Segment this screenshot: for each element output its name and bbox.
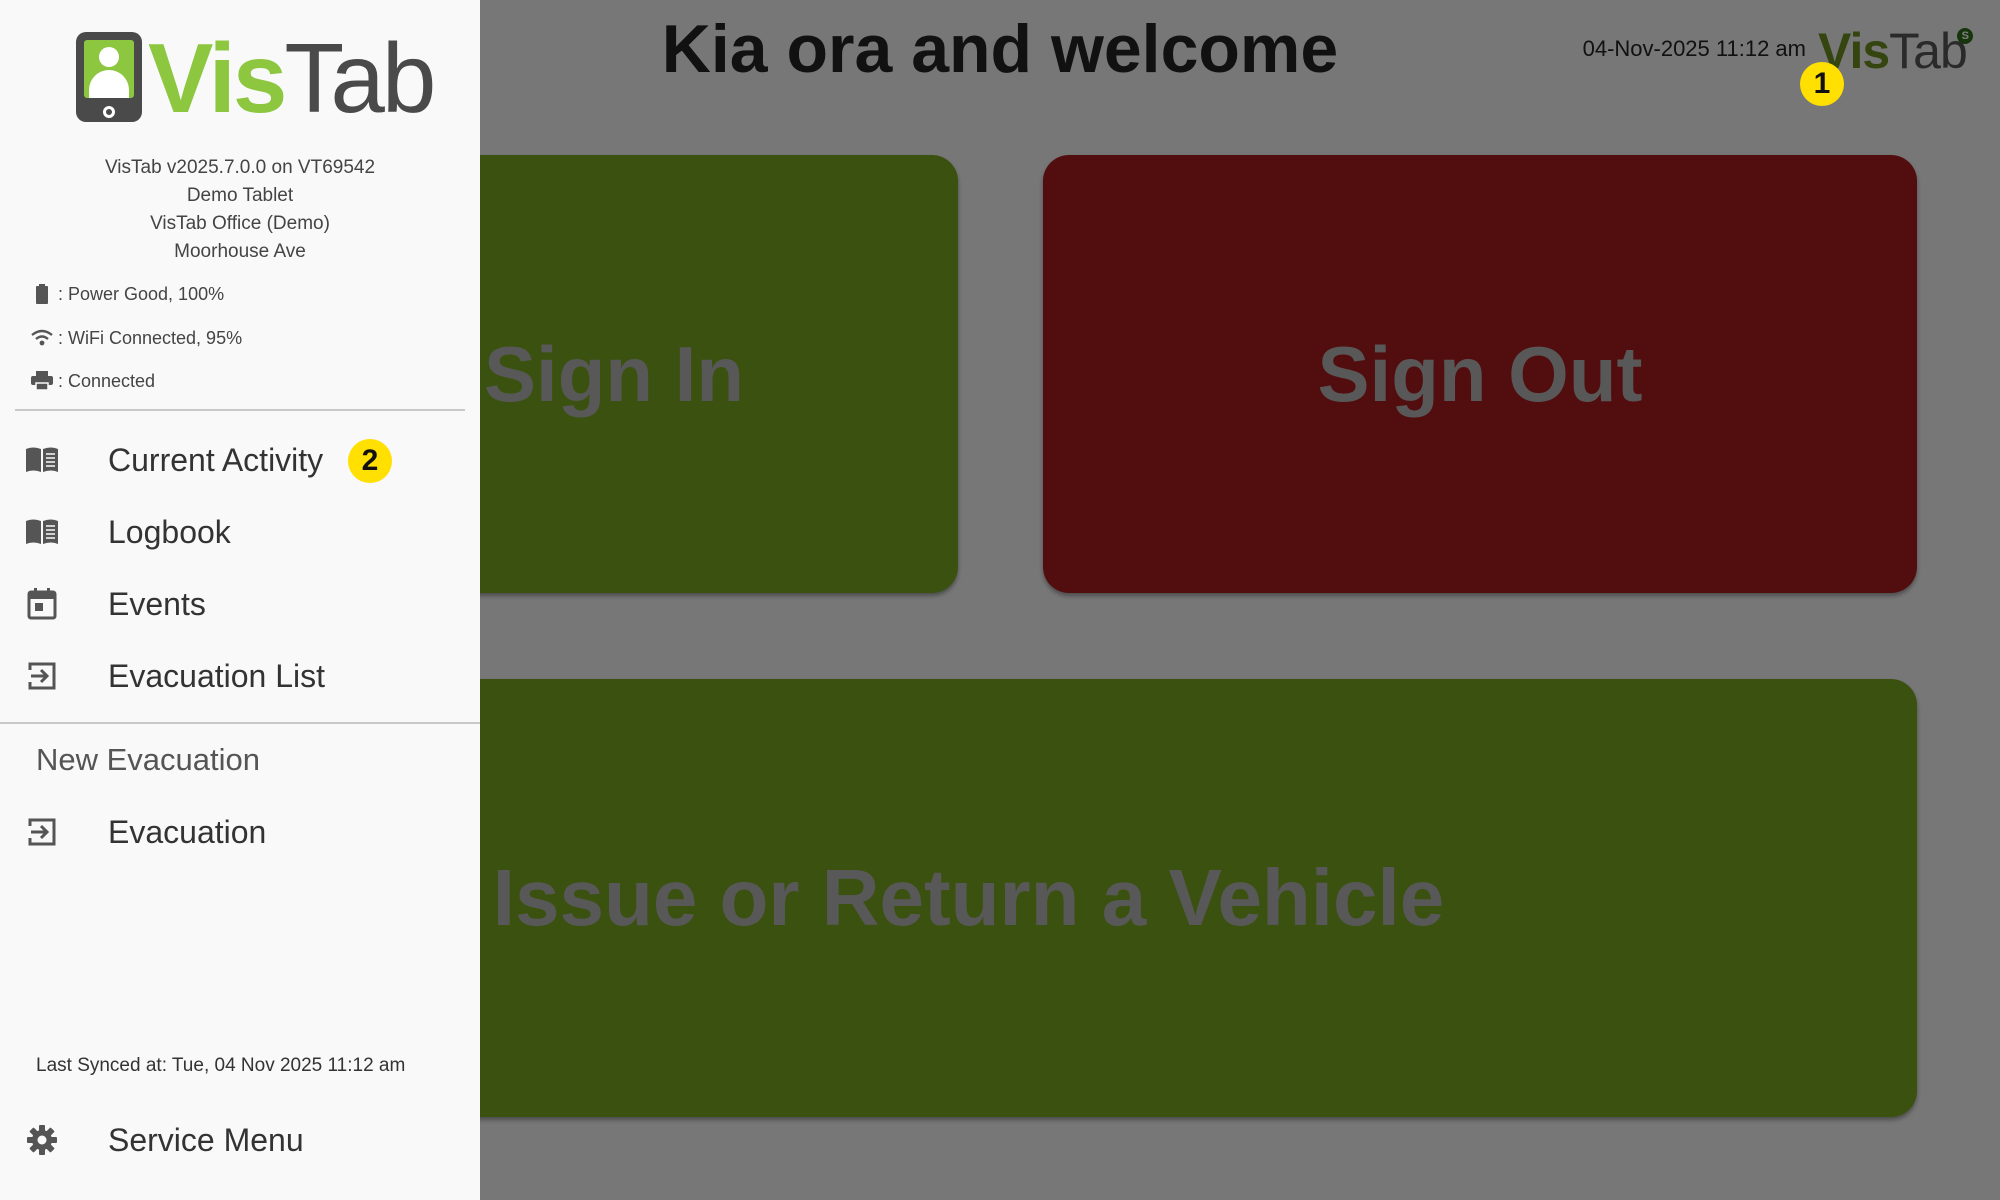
- vistab-logo: VisTab: [76, 23, 436, 133]
- navigation-drawer: VisTab VisTab v2025.7.0.0 on VT69542 Dem…: [0, 0, 480, 1200]
- power-status: : Power Good, 100%: [30, 282, 224, 306]
- book-icon: [24, 514, 60, 550]
- nav-label-evacuation: Evacuation: [108, 813, 267, 850]
- nav-item-evacuation-list[interactable]: Evacuation List: [0, 644, 480, 708]
- last-synced-text: Last Synced at: Tue, 04 Nov 2025 11:12 a…: [36, 1055, 406, 1076]
- app-version: VisTab v2025.7.0.0 on VT69542: [104, 157, 376, 178]
- exit-arrow-icon: [24, 658, 60, 694]
- battery-icon: [30, 282, 54, 306]
- printer-status-text: : Connected: [58, 370, 156, 391]
- logo-tab: Tab: [284, 23, 436, 133]
- gear-icon: [24, 1122, 60, 1158]
- logo-text: VisTab: [148, 22, 436, 135]
- site-name: VisTab Office (Demo): [150, 213, 330, 234]
- printer-icon: [30, 369, 54, 393]
- book-icon: [24, 442, 60, 478]
- nav-item-current-activity[interactable]: Current Activity: [0, 428, 480, 492]
- nav-label-service-menu: Service Menu: [108, 1121, 304, 1158]
- exit-arrow-icon: [24, 814, 60, 850]
- wifi-icon: [30, 326, 54, 350]
- nav-item-evacuation[interactable]: Evacuation: [0, 800, 480, 864]
- device-info: VisTab v2025.7.0.0 on VT69542 Demo Table…: [0, 154, 480, 266]
- nav-item-service-menu[interactable]: Service Menu: [0, 1108, 480, 1172]
- wifi-status: : WiFi Connected, 95%: [30, 326, 242, 350]
- tablet-person-icon: [76, 32, 142, 122]
- wifi-status-text: : WiFi Connected, 95%: [58, 327, 243, 348]
- calendar-icon: [24, 586, 60, 622]
- logo-vis: Vis: [148, 23, 287, 133]
- section-title-new-evacuation: New Evacuation: [36, 742, 261, 777]
- nav-label-current-activity: Current Activity: [108, 441, 324, 478]
- power-status-text: : Power Good, 100%: [58, 283, 225, 304]
- site-address: Moorhouse Ave: [174, 241, 306, 262]
- nav-label-events: Events: [108, 585, 206, 622]
- divider: [0, 722, 480, 724]
- nav-label-evacuation-list: Evacuation List: [108, 657, 326, 694]
- nav-item-events[interactable]: Events: [0, 572, 480, 636]
- device-name: Demo Tablet: [186, 185, 294, 206]
- printer-status: : Connected: [30, 369, 155, 393]
- annotation-marker-2: 2: [348, 439, 392, 483]
- divider: [15, 409, 465, 411]
- nav-label-logbook: Logbook: [108, 513, 231, 550]
- annotation-marker-1: 1: [1800, 62, 1844, 106]
- nav-item-logbook[interactable]: Logbook: [0, 500, 480, 564]
